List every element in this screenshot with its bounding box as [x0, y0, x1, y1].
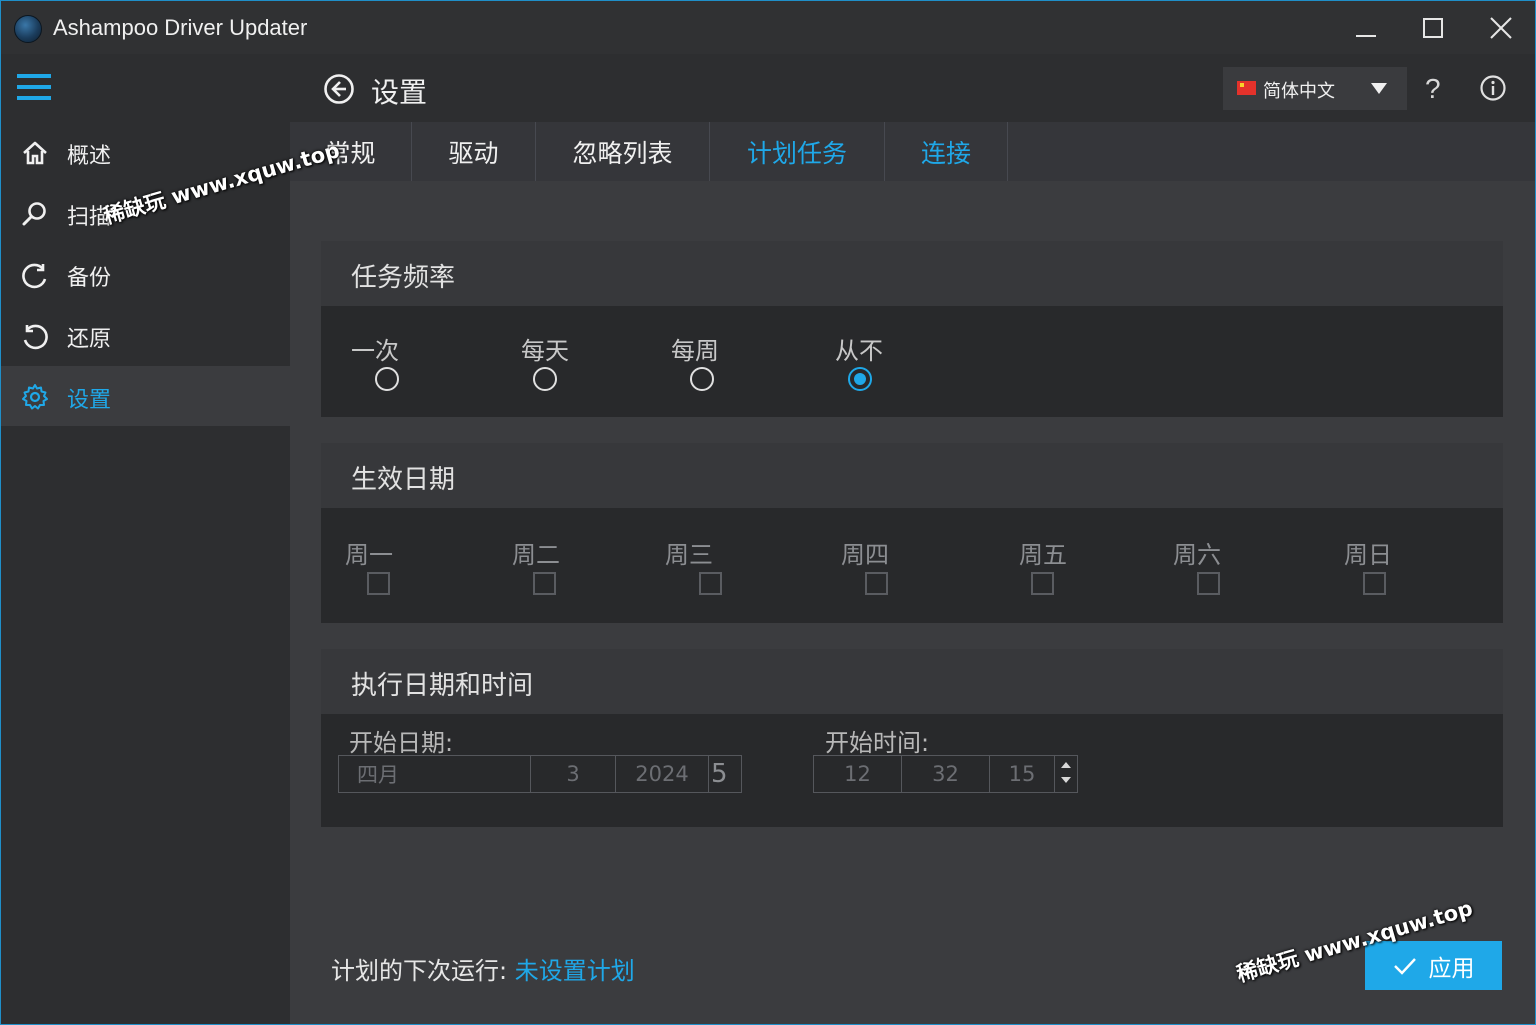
start-time-picker[interactable]: 12 32 15	[813, 755, 1078, 793]
sidebar-item-label: 设置	[67, 388, 112, 413]
backup-icon	[22, 263, 47, 289]
search-icon	[22, 202, 46, 226]
schedule-title: 执行日期和时间	[351, 671, 534, 701]
chevron-down-icon	[1371, 83, 1387, 94]
weekday-wednesday-checkbox[interactable]	[699, 572, 722, 595]
back-arrow-icon[interactable]	[323, 73, 355, 105]
sidebar-item-label: 概述	[67, 144, 112, 169]
time-stepper[interactable]	[1055, 756, 1077, 792]
tab-ignore-list[interactable]: 忽略列表	[536, 122, 710, 181]
weekday-tuesday-label: 周二	[512, 541, 560, 569]
start-date-picker[interactable]: 四月 3 2024 5	[338, 755, 742, 793]
tab-connection[interactable]: 连接	[885, 122, 1008, 181]
weekday-monday-checkbox[interactable]	[367, 572, 390, 595]
weekday-options: 周一 周二 周三 周四 周五 周六 周日	[321, 508, 1503, 623]
weekday-thursday-checkbox[interactable]	[865, 572, 888, 595]
language-select[interactable]: 简体中文	[1223, 67, 1407, 110]
date-day-field[interactable]: 3	[531, 756, 616, 792]
frequency-title: 任务频率	[351, 263, 456, 293]
info-icon[interactable]	[1480, 75, 1506, 101]
panel-header: 执行日期和时间	[321, 649, 1503, 714]
china-flag-icon	[1237, 81, 1256, 95]
time-hour-field[interactable]: 12	[814, 756, 902, 792]
tab-drivers[interactable]: 驱动	[412, 122, 536, 181]
frequency-options: 一次 每天 每周 从不	[321, 306, 1503, 417]
frequency-weekly-label: 每周	[671, 337, 719, 365]
weekday-sunday-label: 周日	[1344, 541, 1392, 569]
minimize-button[interactable]	[1346, 11, 1386, 45]
frequency-daily-label: 每天	[521, 337, 569, 365]
title-bar: Ashampoo Driver Updater	[1, 1, 1535, 54]
next-run-link[interactable]: 未设置计划	[515, 957, 635, 985]
weekdays-panel: 生效日期 周一 周二 周三 周四 周五 周六 周日	[321, 443, 1503, 623]
frequency-once-label: 一次	[351, 337, 399, 365]
maximize-icon	[1423, 18, 1443, 38]
weekday-wednesday-label: 周三	[665, 541, 713, 569]
frequency-panel: 任务频率 一次 每天 每周 从不	[321, 241, 1503, 417]
apply-button[interactable]: 应用	[1365, 941, 1502, 990]
page-title: 设置	[371, 76, 428, 109]
minimize-icon	[1356, 35, 1376, 37]
frequency-once[interactable]: 一次	[351, 331, 399, 366]
maximize-button[interactable]	[1413, 11, 1453, 45]
apply-label: 应用	[1428, 955, 1475, 982]
tab-strip: 常规 驱动 忽略列表 计划任务 连接	[290, 122, 1535, 181]
panel-header: 任务频率	[321, 241, 1503, 306]
menu-icon[interactable]	[17, 74, 51, 102]
weekday-tuesday-checkbox[interactable]	[533, 572, 556, 595]
schedule-panel: 执行日期和时间 开始日期: 四月 3 2024 5 开始时间: 12 32 15	[321, 649, 1503, 827]
date-calendar-button[interactable]: 5	[709, 756, 741, 792]
language-label: 简体中文	[1263, 81, 1335, 102]
weekday-saturday-checkbox[interactable]	[1197, 572, 1220, 595]
time-minute-field[interactable]: 32	[902, 756, 990, 792]
check-icon	[1393, 957, 1416, 975]
weekday-sunday-checkbox[interactable]	[1363, 572, 1386, 595]
start-time-label: 开始时间:	[825, 729, 930, 757]
stepper-down-icon[interactable]	[1061, 777, 1071, 783]
app-logo-icon	[14, 15, 42, 43]
frequency-never-label: 从不	[835, 337, 883, 365]
next-run-status: 计划的下次运行: 未设置计划	[331, 951, 635, 986]
weekday-friday-label: 周五	[1019, 541, 1067, 569]
weekday-thursday-label: 周四	[841, 541, 889, 569]
sidebar-item-label: 备份	[67, 266, 112, 291]
frequency-weekly-radio[interactable]	[690, 367, 714, 391]
weekday-friday-checkbox[interactable]	[1031, 572, 1054, 595]
date-year-field[interactable]: 2024	[616, 756, 709, 792]
sidebar-item-settings[interactable]: 设置	[1, 366, 290, 426]
weekday-saturday-label: 周六	[1173, 541, 1221, 569]
stepper-up-icon[interactable]	[1061, 762, 1071, 768]
frequency-once-radio[interactable]	[375, 367, 399, 391]
sidebar-item-restore[interactable]: 还原	[1, 305, 290, 365]
close-button[interactable]	[1481, 11, 1521, 45]
next-run-label: 计划的下次运行:	[331, 957, 515, 985]
app-window: Ashampoo Driver Updater 概述 扫描 备份 还原 设置 设…	[0, 0, 1536, 1025]
frequency-never[interactable]: 从不	[835, 331, 883, 366]
start-date-label: 开始日期:	[349, 729, 454, 757]
date-month-field[interactable]: 四月	[339, 756, 531, 792]
help-icon[interactable]: ?	[1425, 73, 1441, 105]
sidebar-item-label: 还原	[67, 327, 112, 352]
gear-icon	[22, 384, 48, 410]
weekdays-title: 生效日期	[351, 465, 456, 495]
time-second-field[interactable]: 15	[990, 756, 1055, 792]
frequency-daily[interactable]: 每天	[521, 331, 569, 366]
panel-header: 生效日期	[321, 443, 1503, 508]
weekday-monday-label: 周一	[345, 541, 393, 569]
frequency-never-radio[interactable]	[848, 367, 872, 391]
restore-icon	[23, 324, 48, 350]
home-icon	[23, 141, 47, 165]
frequency-weekly[interactable]: 每周	[671, 331, 719, 366]
window-title: Ashampoo Driver Updater	[53, 15, 308, 40]
frequency-daily-radio[interactable]	[533, 367, 557, 391]
tab-scheduled-tasks[interactable]: 计划任务	[710, 122, 885, 181]
close-icon	[1490, 17, 1512, 39]
schedule-fields: 开始日期: 四月 3 2024 5 开始时间: 12 32 15	[321, 714, 1503, 827]
sidebar-item-backup[interactable]: 备份	[1, 244, 290, 304]
